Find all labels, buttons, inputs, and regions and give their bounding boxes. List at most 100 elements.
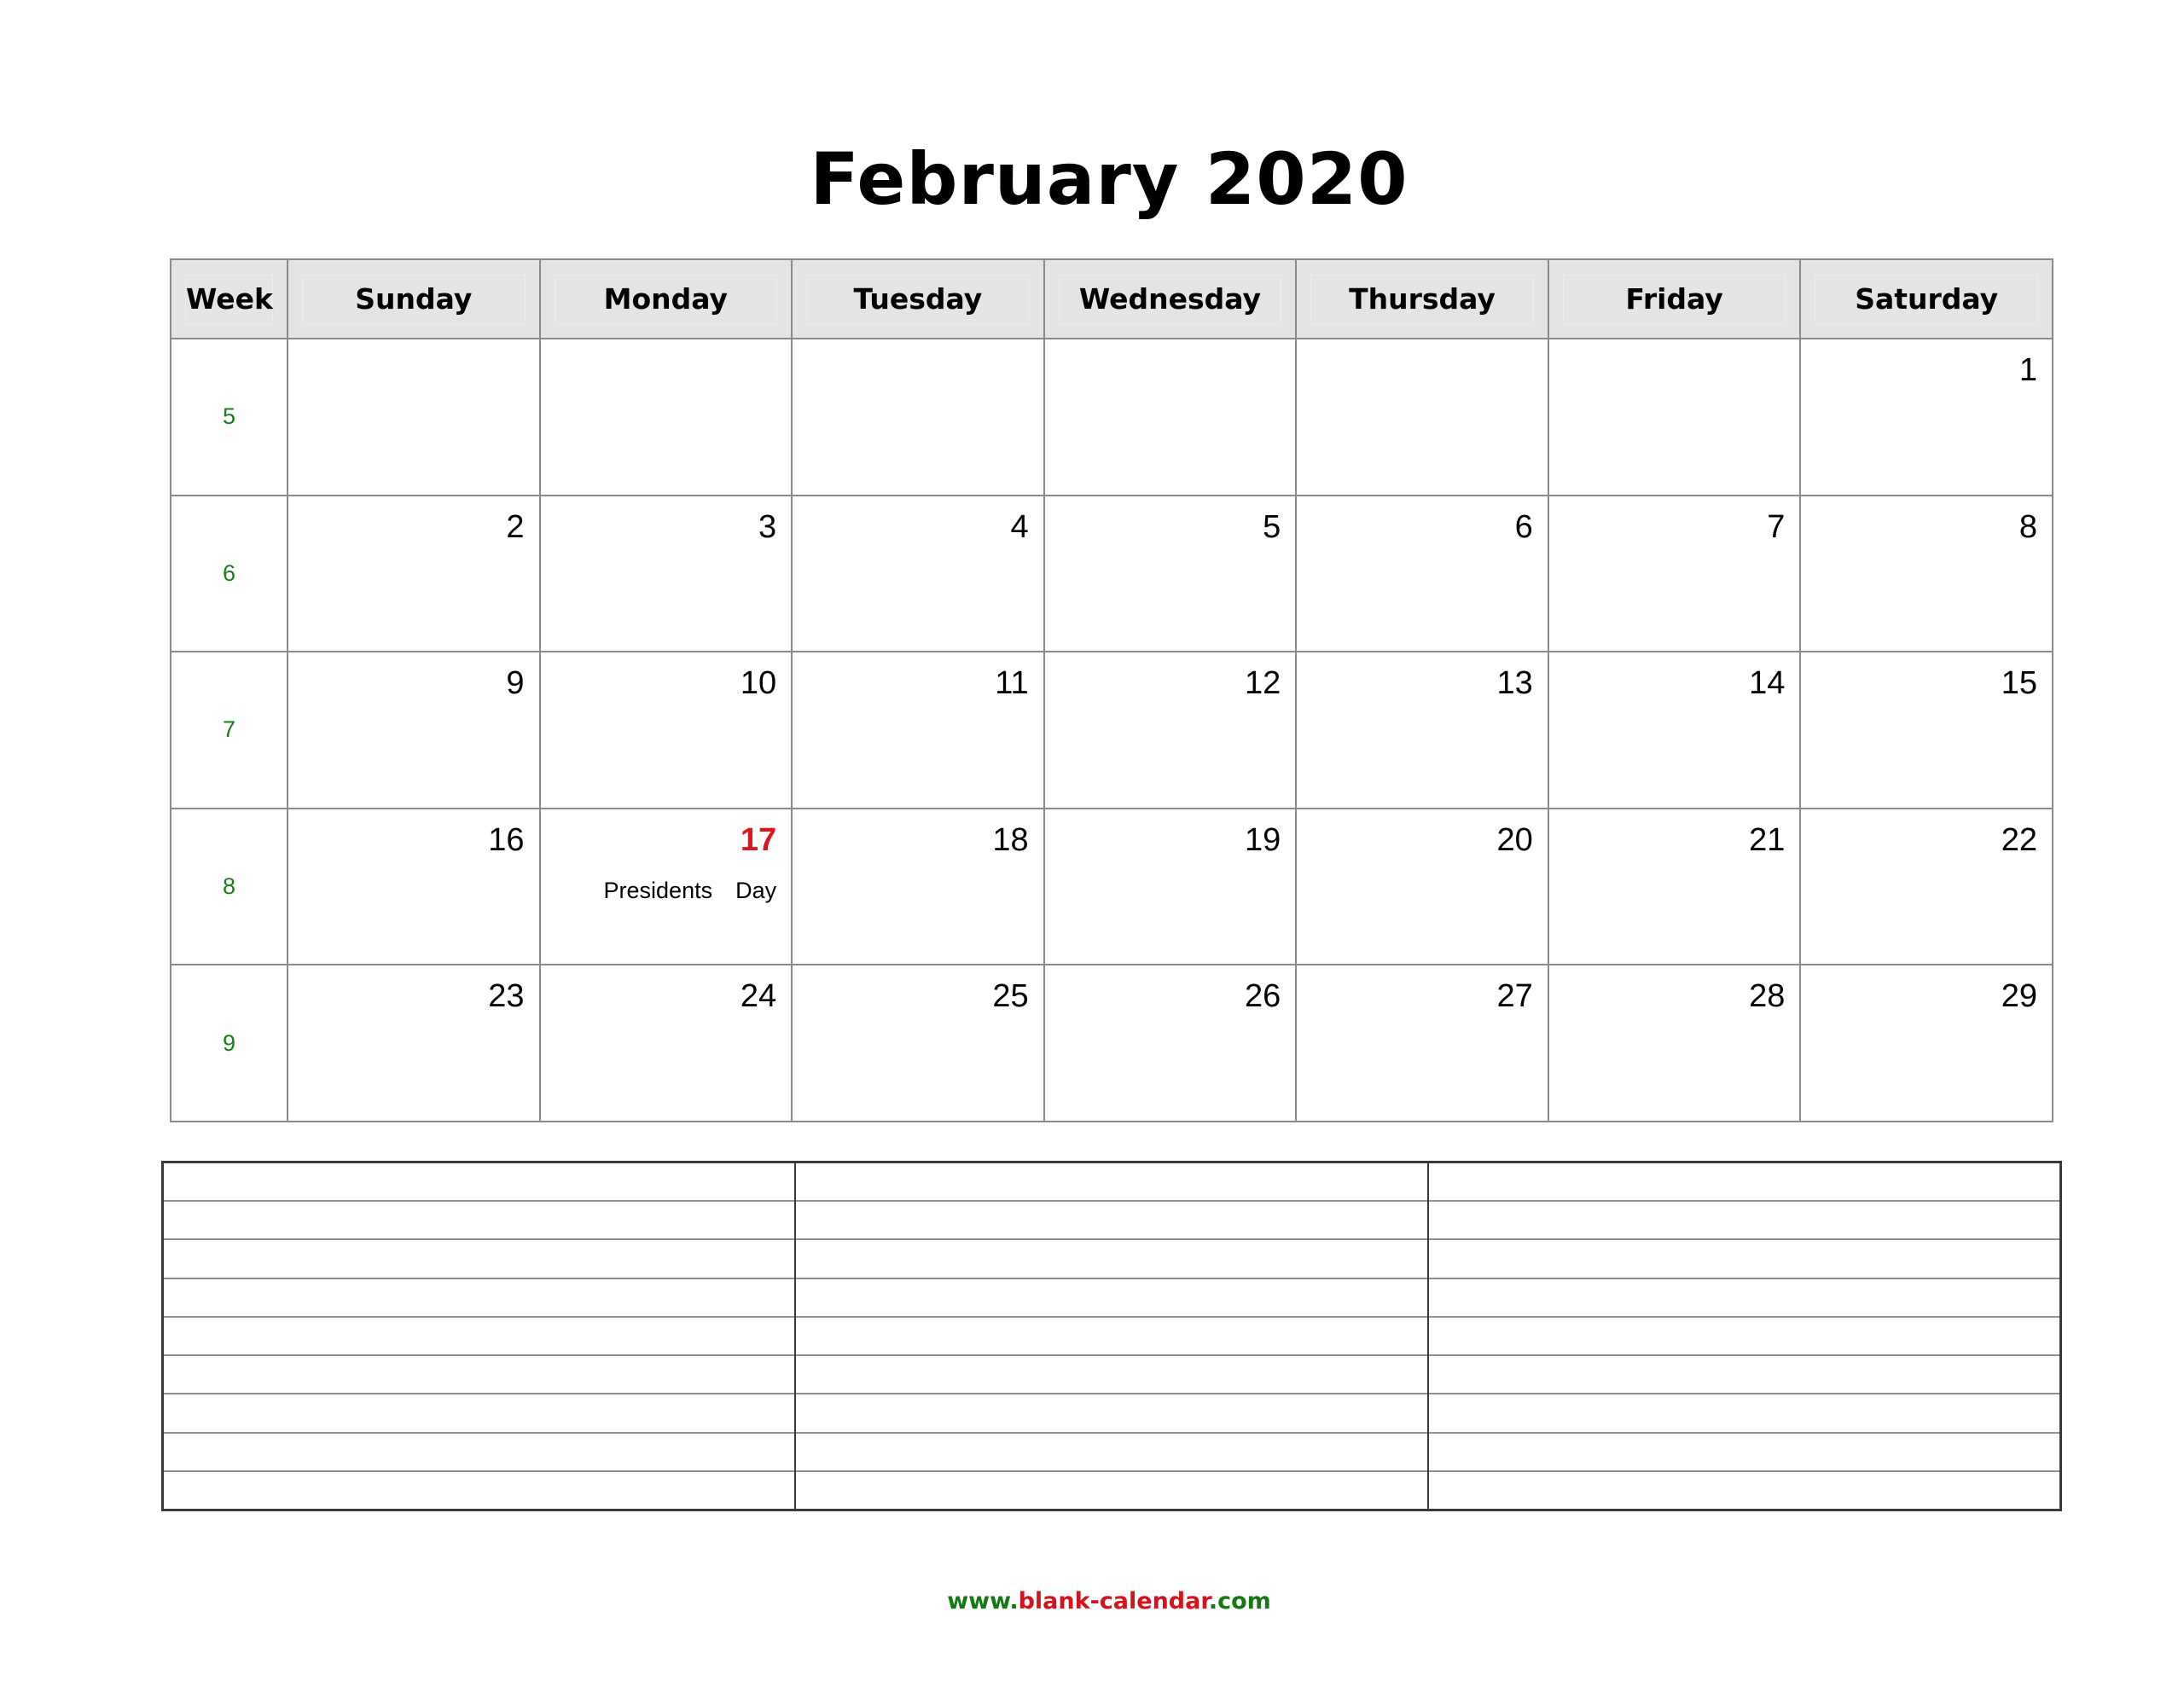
empty-day-cell[interactable] [1295, 338, 1549, 496]
day-cell[interactable]: 24 [538, 964, 793, 1122]
day-cell[interactable]: 29 [1799, 964, 2053, 1122]
notes-line[interactable] [796, 1163, 1426, 1200]
notes-line[interactable] [164, 1315, 795, 1354]
day-cell[interactable]: 21 [1547, 807, 1802, 966]
notes-line[interactable] [164, 1238, 795, 1277]
empty-day-cell[interactable] [1043, 338, 1298, 496]
day-number: 12 [1244, 665, 1281, 702]
day-cell[interactable]: 11 [791, 651, 1045, 809]
notes-line[interactable] [796, 1354, 1427, 1393]
day-number: 8 [2018, 508, 2037, 545]
notes-line[interactable] [796, 1470, 1427, 1509]
day-number: 27 [1496, 978, 1533, 1015]
empty-day-cell[interactable] [791, 338, 1045, 496]
day-number: 5 [1263, 508, 1281, 545]
day-cell[interactable]: 17 Presidents Day [538, 807, 793, 966]
day-cell[interactable]: 16 [287, 807, 541, 966]
weekday-header-tuesday: Tuesday [791, 258, 1045, 339]
day-cell[interactable]: 3 [538, 494, 793, 653]
day-number: 11 [995, 665, 1029, 702]
day-cell[interactable]: 15 [1799, 651, 2053, 809]
day-number: 18 [992, 821, 1029, 858]
day-cell[interactable]: 4 [791, 494, 1045, 653]
day-cell[interactable]: 28 [1547, 964, 1802, 1122]
notes-line[interactable] [1428, 1354, 2059, 1393]
notes-line[interactable] [164, 1470, 795, 1509]
day-cell[interactable]: 20 [1295, 807, 1549, 966]
notes-line[interactable] [796, 1277, 1427, 1316]
empty-day-cell[interactable] [287, 338, 541, 496]
weekday-header-friday: Friday [1547, 258, 1802, 339]
day-cell[interactable]: 5 [1043, 494, 1298, 653]
day-number: 6 [1514, 508, 1533, 545]
day-number: 9 [506, 665, 525, 702]
weekday-header-thursday: Thursday [1295, 258, 1549, 339]
day-number: 15 [2001, 665, 2037, 702]
day-cell[interactable]: 23 [287, 964, 541, 1122]
holiday-day-number: 17 [740, 821, 777, 858]
footer-prefix: www. [947, 1588, 1019, 1615]
day-cell[interactable]: 7 [1547, 494, 1802, 653]
day-cell[interactable]: 6 [1295, 494, 1549, 653]
notes-line[interactable] [1428, 1431, 2059, 1470]
footer-suffix: .com [1208, 1588, 1271, 1615]
calendar-grid: Week Sunday Monday Tuesday Wednesday Thu… [170, 258, 2053, 1122]
notes-line[interactable] [1428, 1315, 2059, 1354]
day-number: 21 [1749, 821, 1786, 858]
day-number: 29 [2001, 978, 2037, 1015]
week-row: 7 9 10 11 12 13 14 15 [170, 651, 2053, 809]
notes-line[interactable] [1428, 1277, 2059, 1316]
week-number: 7 [170, 651, 288, 809]
week-row: 6 2 3 4 5 6 7 8 [170, 494, 2053, 653]
day-number: 24 [740, 978, 777, 1015]
notes-line[interactable] [164, 1200, 795, 1238]
day-cell[interactable]: 10 [538, 651, 793, 809]
notes-line[interactable] [164, 1163, 794, 1200]
day-cell[interactable]: 18 [791, 807, 1045, 966]
notes-line[interactable] [1428, 1393, 2059, 1431]
notes-line[interactable] [796, 1393, 1427, 1431]
week-number: 8 [170, 807, 288, 966]
day-cell[interactable]: 12 [1043, 651, 1298, 809]
day-cell[interactable]: 13 [1295, 651, 1549, 809]
day-number: 7 [1767, 508, 1786, 545]
week-column-header: Week [170, 258, 288, 339]
day-number: 14 [1749, 665, 1786, 702]
day-number: 20 [1496, 821, 1533, 858]
notes-column [164, 1163, 795, 1509]
notes-line[interactable] [796, 1431, 1427, 1470]
day-cell[interactable]: 27 [1295, 964, 1549, 1122]
day-number: 10 [740, 665, 777, 702]
day-cell[interactable]: 8 [1799, 494, 2053, 653]
week-row: 8 16 17 Presidents Day 18 19 20 21 22 [170, 807, 2053, 966]
notes-line[interactable] [164, 1431, 795, 1470]
notes-line[interactable] [1429, 1163, 2059, 1200]
notes-line[interactable] [796, 1238, 1427, 1277]
day-cell[interactable]: 25 [791, 964, 1045, 1122]
day-number: 13 [1496, 665, 1533, 702]
weekday-header-monday: Monday [538, 258, 793, 339]
day-cell[interactable]: 14 [1547, 651, 1802, 809]
day-cell[interactable]: 26 [1043, 964, 1298, 1122]
empty-day-cell[interactable] [1547, 338, 1802, 496]
day-number: 22 [2001, 821, 2037, 858]
day-cell[interactable]: 2 [287, 494, 541, 653]
empty-day-cell[interactable] [538, 338, 793, 496]
day-number: 23 [488, 978, 525, 1015]
weekday-header-wednesday: Wednesday [1043, 258, 1298, 339]
day-cell[interactable]: 19 [1043, 807, 1298, 966]
notes-line[interactable] [796, 1315, 1427, 1354]
notes-line[interactable] [796, 1200, 1427, 1238]
day-cell[interactable]: 22 [1799, 807, 2053, 966]
notes-line[interactable] [1428, 1200, 2059, 1238]
notes-line[interactable] [1428, 1470, 2059, 1509]
notes-line[interactable] [164, 1354, 795, 1393]
notes-column [794, 1163, 1427, 1509]
notes-line[interactable] [164, 1393, 795, 1431]
day-number: 19 [1244, 821, 1281, 858]
day-cell[interactable]: 9 [287, 651, 541, 809]
day-cell[interactable]: 1 [1799, 338, 2053, 496]
week-number: 9 [170, 964, 288, 1122]
notes-line[interactable] [1428, 1238, 2059, 1277]
notes-line[interactable] [164, 1277, 795, 1316]
